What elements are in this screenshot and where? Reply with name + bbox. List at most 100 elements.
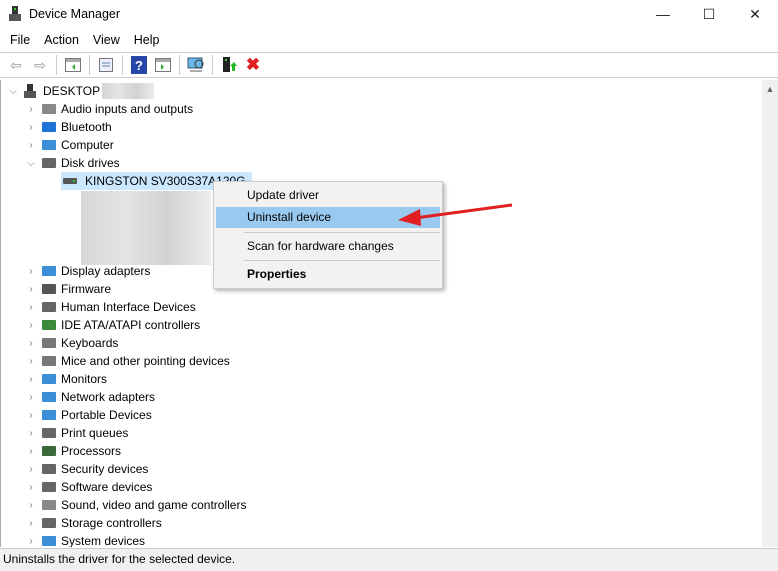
tree-item[interactable]: › Keyboards <box>25 334 118 352</box>
tree-item-label: Mice and other pointing devices <box>61 354 230 368</box>
menu-item-scan-hardware[interactable]: Scan for hardware changes <box>216 236 440 257</box>
tree-item-label: Audio inputs and outputs <box>61 102 194 116</box>
chevron-right-icon[interactable]: › <box>25 536 37 547</box>
tree-item[interactable]: › Processors <box>25 442 121 460</box>
tree-item[interactable]: › Mice and other pointing devices <box>25 352 230 370</box>
network-icon <box>41 390 57 404</box>
menu-file[interactable]: File <box>3 30 37 50</box>
tree-root-label: DESKTOP <box>43 84 101 98</box>
tree-item[interactable]: › Bluetooth <box>25 118 112 136</box>
scroll-up-icon[interactable]: ▲ <box>762 84 778 94</box>
tree-item[interactable]: › Human Interface Devices <box>25 298 196 316</box>
tree-item[interactable]: › IDE ATA/ATAPI controllers <box>25 316 200 334</box>
tree-root[interactable]: ⌵ DESKTOP <box>7 82 155 100</box>
status-bar: Uninstalls the driver for the selected d… <box>0 548 778 571</box>
speaker-icon <box>41 102 57 116</box>
tree-item[interactable]: › Security devices <box>25 460 148 478</box>
redacted-disks <box>81 191 211 265</box>
toolbar-divider <box>122 55 123 75</box>
tree-item[interactable]: › Sound, video and game controllers <box>25 496 246 514</box>
console-tree-icon[interactable] <box>63 55 83 75</box>
tree-item[interactable]: › Firmware <box>25 280 111 298</box>
tree-item-label: Security devices <box>61 462 149 476</box>
maximize-button[interactable]: ☐ <box>686 0 732 28</box>
menu-action[interactable]: Action <box>37 30 86 50</box>
chevron-right-icon[interactable]: › <box>25 104 37 115</box>
disk-icon <box>41 156 57 170</box>
chevron-right-icon[interactable]: › <box>25 320 37 331</box>
scan-hardware-icon[interactable] <box>186 55 206 75</box>
tree-item[interactable]: › Storage controllers <box>25 514 161 532</box>
chevron-right-icon[interactable]: › <box>25 446 37 457</box>
svg-text:?: ? <box>135 58 143 73</box>
menu-separator <box>244 232 440 233</box>
system-icon <box>41 534 57 547</box>
computer-icon <box>41 138 57 152</box>
chevron-right-icon[interactable]: › <box>25 392 37 403</box>
tree-item[interactable]: › Portable Devices <box>25 406 152 424</box>
menu-separator <box>244 260 440 261</box>
chevron-right-icon[interactable]: › <box>25 518 37 529</box>
uninstall-icon[interactable]: ✖ <box>243 55 263 75</box>
toolbar-divider <box>212 55 213 75</box>
disk-icon <box>63 174 79 188</box>
chevron-right-icon[interactable]: › <box>25 122 37 133</box>
tree-item-label: Sound, video and game controllers <box>61 498 247 512</box>
chevron-right-icon[interactable]: › <box>25 302 37 313</box>
update-driver-icon[interactable] <box>219 55 239 75</box>
software-icon <box>41 480 57 494</box>
keyboard-icon <box>41 336 57 350</box>
chevron-right-icon[interactable]: › <box>25 356 37 367</box>
help-icon[interactable]: ? <box>129 55 149 75</box>
toolbar-divider <box>179 55 180 75</box>
tree-item-label: Human Interface Devices <box>61 300 196 314</box>
tree-item-label: Firmware <box>61 282 111 296</box>
chevron-right-icon[interactable]: › <box>25 140 37 151</box>
chevron-down-icon[interactable]: ⌵ <box>25 158 37 169</box>
chip-icon <box>41 282 57 296</box>
minimize-button[interactable]: — <box>640 0 686 28</box>
tree-item[interactable]: › Computer <box>25 136 113 154</box>
chevron-right-icon[interactable]: › <box>25 482 37 493</box>
tree-item[interactable]: ⌵ Disk drives <box>25 154 120 172</box>
chevron-right-icon[interactable]: › <box>25 500 37 511</box>
menu-help[interactable]: Help <box>127 30 167 50</box>
tree-item-label: Network adapters <box>61 390 156 404</box>
tree-item[interactable]: › Software devices <box>25 478 152 496</box>
hid-icon <box>41 300 57 314</box>
device-tree: ⌵ DESKTOP › Audio inputs and outputs › Blue… <box>0 80 762 547</box>
portable-icon <box>41 408 57 422</box>
chevron-right-icon[interactable]: › <box>25 266 37 277</box>
controller-icon <box>41 318 57 332</box>
tree-item-label: Print queues <box>61 426 129 440</box>
chevron-right-icon[interactable]: › <box>25 338 37 349</box>
chevron-right-icon[interactable]: › <box>25 284 37 295</box>
forward-icon[interactable]: ⇨ <box>30 55 50 75</box>
close-button[interactable]: ✕ <box>732 0 778 28</box>
tree-item[interactable]: › Print queues <box>25 424 128 442</box>
tree-item[interactable]: › Network adapters <box>25 388 155 406</box>
tree-item[interactable]: › Audio inputs and outputs <box>25 100 193 118</box>
chevron-down-icon[interactable]: ⌵ <box>7 86 19 97</box>
chevron-right-icon[interactable]: › <box>25 464 37 475</box>
tree-item-label: Portable Devices <box>61 408 152 422</box>
printer-icon <box>41 426 57 440</box>
tree-item-label: Disk drives <box>61 156 120 170</box>
tree-item-label: Bluetooth <box>61 120 112 134</box>
mouse-icon <box>41 354 57 368</box>
back-icon[interactable]: ⇦ <box>6 55 26 75</box>
tree-item-label: Keyboards <box>61 336 119 350</box>
monitor-icon <box>41 372 57 386</box>
bluetooth-icon <box>41 120 57 134</box>
tree-item[interactable]: › System devices <box>25 532 145 547</box>
chevron-right-icon[interactable]: › <box>25 374 37 385</box>
vertical-scrollbar[interactable]: ▲ <box>762 80 778 547</box>
menu-item-properties[interactable]: Properties <box>216 264 440 285</box>
chevron-right-icon[interactable]: › <box>25 410 37 421</box>
properties-icon[interactable] <box>96 55 116 75</box>
action-pane-icon[interactable] <box>153 55 173 75</box>
tree-item[interactable]: › Monitors <box>25 370 107 388</box>
toolbar-divider <box>89 55 90 75</box>
chevron-right-icon[interactable]: › <box>25 428 37 439</box>
menu-view[interactable]: View <box>86 30 127 50</box>
